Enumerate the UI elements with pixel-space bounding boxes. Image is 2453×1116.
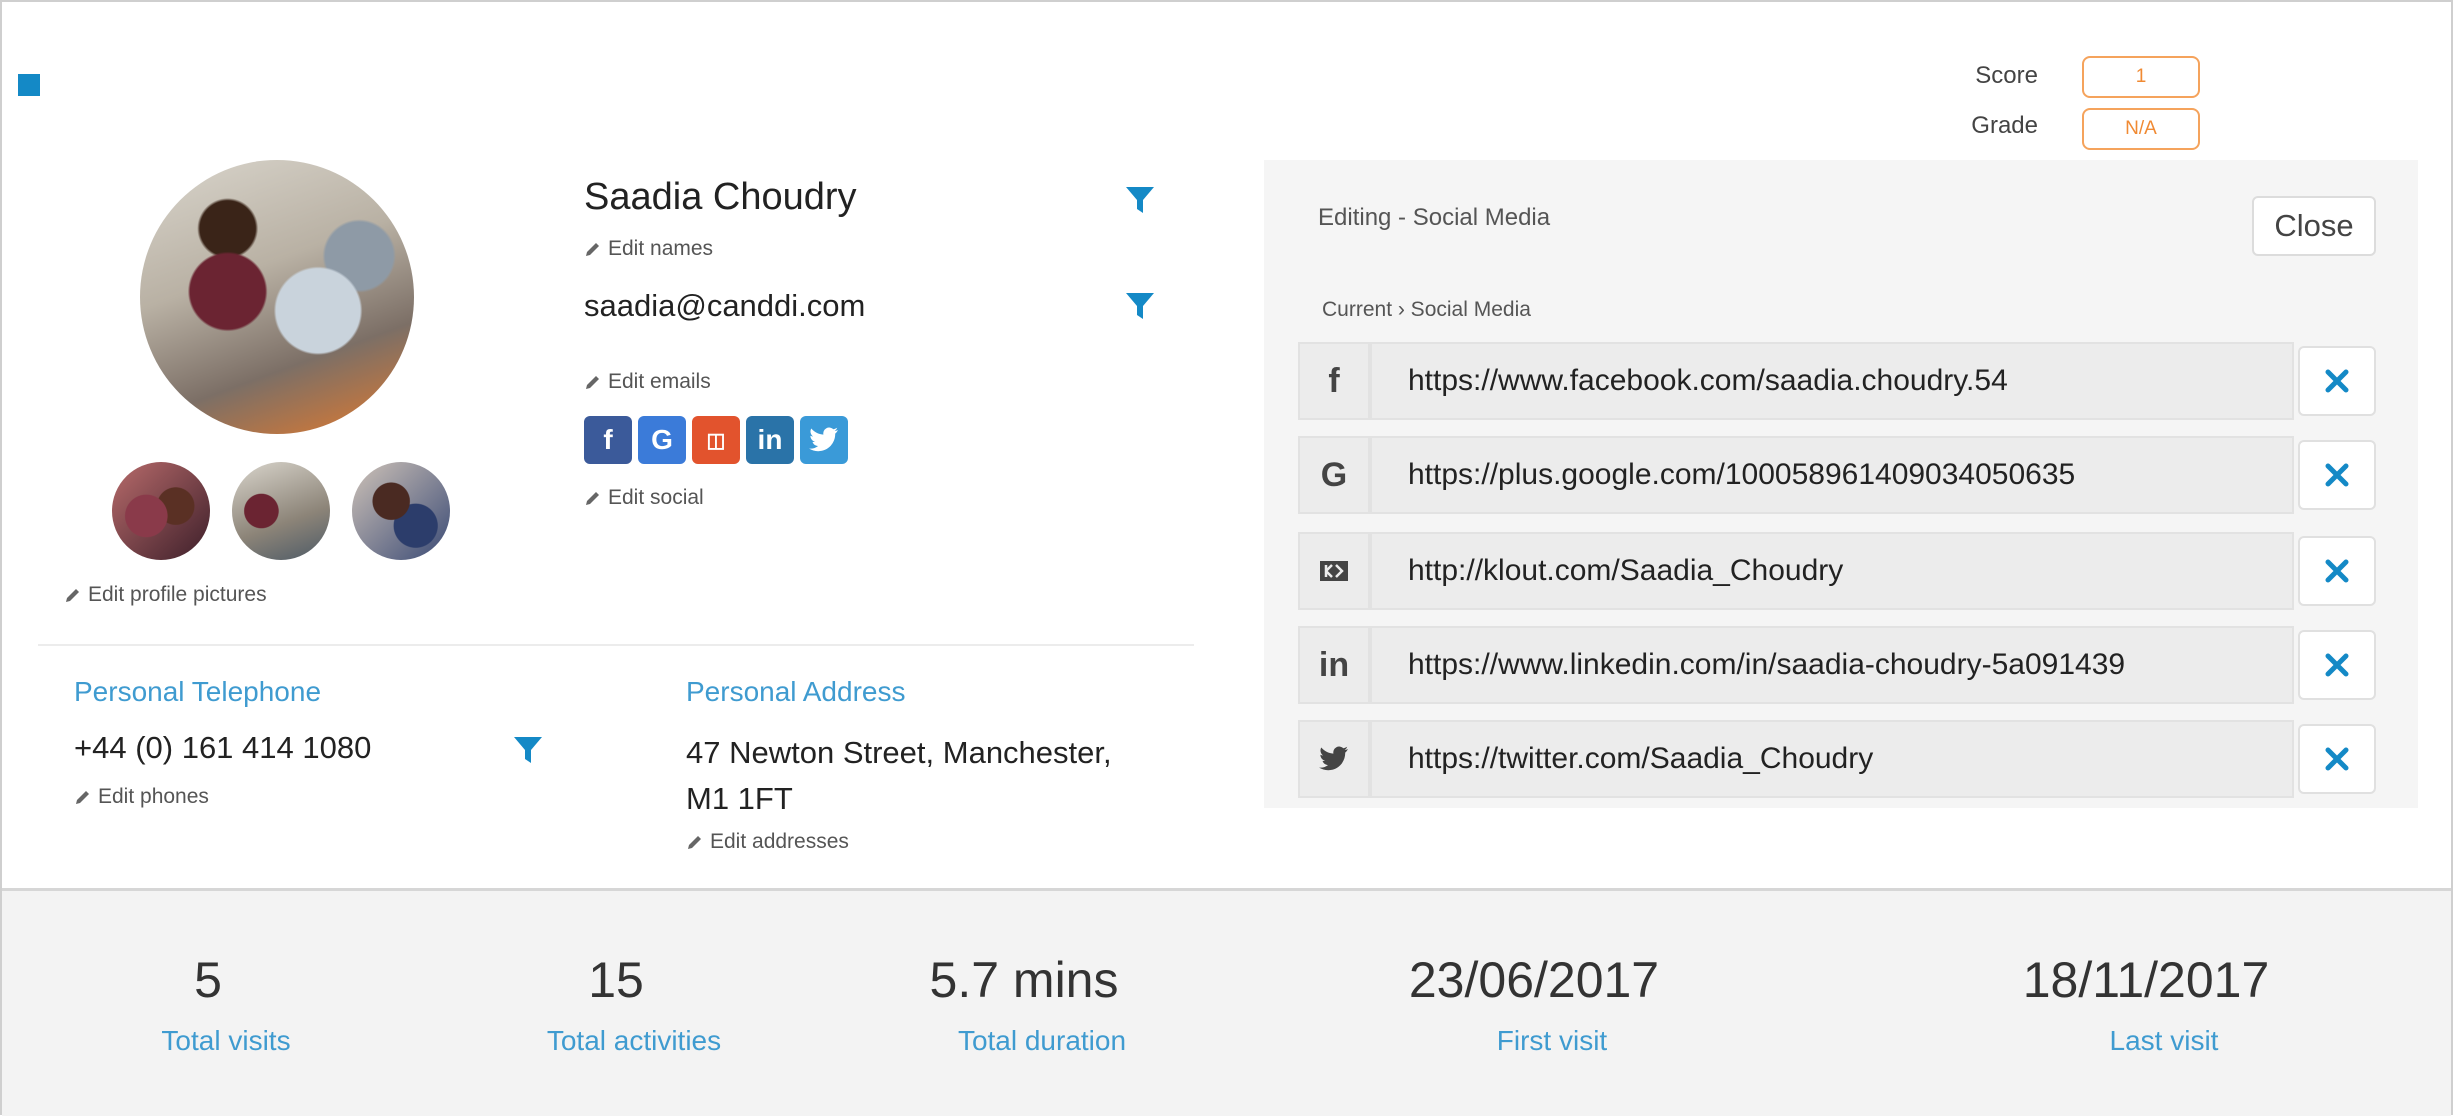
edit-names-label: Edit names (608, 237, 714, 260)
twitter-icon[interactable] (800, 416, 848, 464)
pencil-icon (586, 492, 599, 505)
edit-phones-label: Edit phones (98, 785, 209, 808)
edit-emails-link[interactable]: Edit emails (584, 370, 711, 394)
social-link-row: f https://www.facebook.com/saadia.choudr… (1298, 342, 2376, 420)
remove-button[interactable] (2298, 536, 2376, 606)
score-value: 1 (2082, 56, 2200, 98)
social-url-input[interactable]: https://plus.google.com/1000589614090340… (1370, 436, 2294, 514)
pencil-icon (66, 589, 79, 602)
telephone-label: Personal Telephone (74, 676, 322, 707)
stat-value: 5 (194, 952, 222, 1008)
stat-label: Last visit (2109, 1025, 2219, 1056)
edit-names-link[interactable]: Edit names (584, 237, 713, 261)
corner-marker (18, 74, 40, 96)
stat-label: Total activities (546, 1025, 722, 1056)
close-icon (2325, 559, 2349, 583)
pencil-icon (586, 243, 599, 256)
social-url-input[interactable]: https://twitter.com/Saadia_Choudry (1370, 720, 2294, 798)
contact-email: saadia@canddi.com (584, 288, 866, 323)
social-link-row: in https://www.linkedin.com/in/saadia-ch… (1298, 626, 2376, 704)
social-link-row: G https://plus.google.com/10005896140903… (1298, 436, 2376, 514)
grade-value: N/A (2082, 108, 2200, 150)
linkedin-icon[interactable]: in (746, 416, 794, 464)
stat-value: 23/06/2017 (1408, 952, 1660, 1008)
panel-title: Editing - Social Media (1318, 204, 1551, 231)
twitter-icon (1298, 720, 1370, 798)
edit-addresses-link[interactable]: Edit addresses (686, 830, 849, 854)
stat-value: 15 (588, 952, 644, 1008)
pencil-icon (76, 791, 89, 804)
edit-profile-pictures-link[interactable]: Edit profile pictures (64, 583, 267, 607)
remove-button[interactable] (2298, 346, 2376, 416)
klout-glyph (1320, 561, 1348, 581)
google-plus-icon: G (1298, 436, 1370, 514)
address-value: 47 Newton Street, Manchester, M1 1FT (686, 730, 1166, 822)
address-line1: 47 Newton Street, Manchester, (686, 735, 1112, 770)
edit-phones-link[interactable]: Edit phones (74, 785, 209, 809)
stat-value: 18/11/2017 (2022, 952, 2270, 1008)
remove-button[interactable] (2298, 724, 2376, 794)
linkedin-icon: in (1298, 626, 1370, 704)
edit-social-link[interactable]: Edit social (584, 486, 704, 510)
stat-label: Total duration (957, 1025, 1127, 1056)
social-url-input[interactable]: http://klout.com/Saadia_Choudry (1370, 532, 2294, 610)
grade-label: Grade (1971, 112, 2038, 139)
social-url-input[interactable]: https://www.facebook.com/saadia.choudry.… (1370, 342, 2294, 420)
score-label: Score (1975, 62, 2038, 89)
edit-addresses-label: Edit addresses (710, 830, 849, 853)
profile-picture-thumb[interactable] (232, 462, 330, 560)
filter-icon[interactable] (1124, 290, 1156, 322)
twitter-bird-icon (1319, 746, 1348, 771)
profile-picture-thumb[interactable] (352, 462, 450, 560)
social-link-row: https://twitter.com/Saadia_Choudry (1298, 720, 2376, 798)
klout-icon[interactable]: ◫ (692, 416, 740, 464)
remove-button[interactable] (2298, 630, 2376, 700)
close-icon (2325, 369, 2349, 393)
close-button[interactable]: Close (2252, 196, 2376, 256)
edit-emails-label: Edit emails (608, 370, 711, 393)
edit-profile-pictures-label: Edit profile pictures (88, 583, 267, 606)
profile-picture-main (140, 160, 414, 434)
filter-icon[interactable] (1124, 184, 1156, 216)
social-link-row: http://klout.com/Saadia_Choudry (1298, 532, 2376, 610)
address-label: Personal Address (686, 676, 906, 707)
section-divider (38, 644, 1194, 646)
stat-value: 5.7 mins (929, 952, 1119, 1008)
stat-label: Total visits (161, 1025, 291, 1056)
remove-button[interactable] (2298, 440, 2376, 510)
social-media-editor: Editing - Social Media Close Current › S… (1264, 160, 2418, 808)
google-plus-icon[interactable]: G (638, 416, 686, 464)
close-icon (2325, 747, 2349, 771)
stats-bar: 5 Total visits 15 Total activities 5.7 m… (2, 888, 2451, 1116)
social-icons: f G ◫ in (584, 416, 848, 464)
social-url-input[interactable]: https://www.linkedin.com/in/saadia-choud… (1370, 626, 2294, 704)
breadcrumb: Current › Social Media (1322, 298, 1531, 321)
facebook-icon: f (1298, 342, 1370, 420)
close-icon (2325, 463, 2349, 487)
contact-name: Saadia Choudry (584, 176, 857, 218)
klout-icon (1298, 532, 1370, 610)
filter-icon[interactable] (512, 734, 544, 766)
telephone-value: +44 (0) 161 414 1080 (74, 730, 372, 765)
facebook-icon[interactable]: f (584, 416, 632, 464)
pencil-icon (586, 376, 599, 389)
profile-picture-thumb[interactable] (112, 462, 210, 560)
pencil-icon (688, 836, 701, 849)
twitter-bird-icon (809, 427, 838, 452)
address-line2: M1 1FT (686, 781, 793, 816)
close-icon (2325, 653, 2349, 677)
edit-social-label: Edit social (608, 486, 704, 509)
stat-label: First visit (1496, 1025, 1608, 1056)
